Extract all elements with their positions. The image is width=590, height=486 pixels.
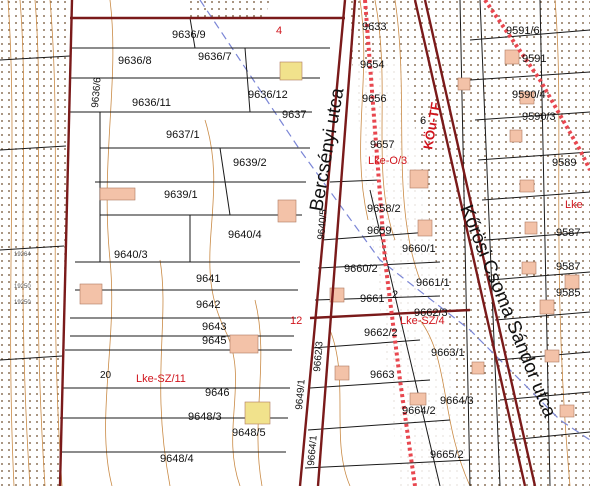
parcel-9665-2: 9665/2 [430, 449, 464, 461]
parcel-9641: 9641 [196, 273, 220, 285]
map-canvas[interactable]: KÖu-TF Lke-O/3 Lke-SZ/11 Lke-SZ/4 Lke 12… [0, 0, 590, 486]
parcel-9656: 9656 [362, 93, 386, 105]
parcel-9642: 9642 [196, 299, 220, 311]
parcel-9636-9: 9636/9 [172, 29, 206, 41]
parcel-9591-6: 9591/6 [506, 25, 540, 37]
parcel-9658-2: 9658/2 [367, 203, 401, 215]
parcel-9660-1: 9660/1 [402, 243, 436, 255]
parcel-9637-1: 9637/1 [166, 129, 200, 141]
parcel-9657: 9657 [370, 139, 394, 151]
parcel-9636-8: 9636/8 [118, 55, 152, 67]
parcel-9663-1: 9663/1 [431, 347, 465, 359]
parcel-9664-1: 9664/1 [306, 434, 320, 466]
parcel-9587: 9587 [556, 227, 580, 239]
parcel-9640-3: 9640/3 [114, 249, 148, 261]
parcel-9645: 9645 [202, 335, 226, 347]
zone-label-lke-o3: Lke-O/3 [368, 155, 407, 167]
parcel-9591: 9591 [522, 53, 546, 65]
parcel-9662-3b: 9662/3 [414, 307, 448, 319]
parcel-9663: 9663 [370, 369, 394, 381]
parcel-9636-7: 9636/7 [198, 51, 232, 63]
parcel-9646: 9646 [205, 387, 229, 399]
parcel-9654: 9654 [360, 59, 384, 71]
parcel-9590-3: 9590/3 [522, 111, 556, 123]
zone-label-lke-edge: Lke [565, 199, 583, 211]
parcel-9589: 9589 [552, 157, 576, 169]
parcel-9643: 9643 [202, 321, 226, 333]
parcel-9648-5: 9648/5 [232, 427, 266, 439]
marker-12: 12 [290, 315, 302, 327]
zone-label-lke-sz11: Lke-SZ/11 [136, 373, 186, 385]
parcel-20: 20 [100, 370, 112, 381]
elevation-mark: 19250 [14, 300, 31, 306]
parcel-9639-1: 9639/1 [164, 189, 198, 201]
parcel-9637: 9637 [282, 109, 306, 121]
parcel-9662-2: 9662/2 [364, 327, 398, 339]
parcel-9587b: 9587 [556, 261, 580, 273]
parcel-9640-4: 9640/4 [228, 229, 262, 241]
parcel-9636-12: 9636/12 [248, 89, 288, 101]
marker-4: 4 [276, 25, 282, 37]
parcel-9585: 9585 [556, 287, 580, 299]
parcel-9590-4: 9590/4 [512, 89, 546, 101]
parcel-9664-2: 9664/2 [402, 405, 436, 417]
parcel-9659: 9659 [367, 225, 391, 237]
parcel-2: 2 [392, 289, 398, 301]
parcel-9648-4: 9648/4 [160, 453, 194, 465]
parcel-9633: 9633 [362, 21, 386, 33]
parcel-9648-3: 9648/3 [188, 411, 222, 423]
parcel-9639-2: 9639/2 [233, 157, 267, 169]
elevation-mark: 19264 [14, 252, 31, 258]
parcel-9660-2: 9660/2 [344, 263, 378, 275]
cadastral-map[interactable]: KÖu-TF Lke-O/3 Lke-SZ/11 Lke-SZ/4 Lke 12… [0, 0, 590, 486]
parcel-6: 6 [420, 115, 426, 127]
parcel-9661: 9661 [360, 293, 384, 305]
parcel-9661-1: 9661/1 [416, 277, 450, 289]
parcel-9636-11: 9636/11 [132, 97, 171, 109]
parcel-9640-5: 9640/5 [316, 208, 330, 240]
parcel-9664-3: 9664/3 [440, 395, 474, 407]
parcel-9662-3: 9662/3 [312, 340, 326, 372]
elevation-mark: 19250 [14, 284, 31, 290]
